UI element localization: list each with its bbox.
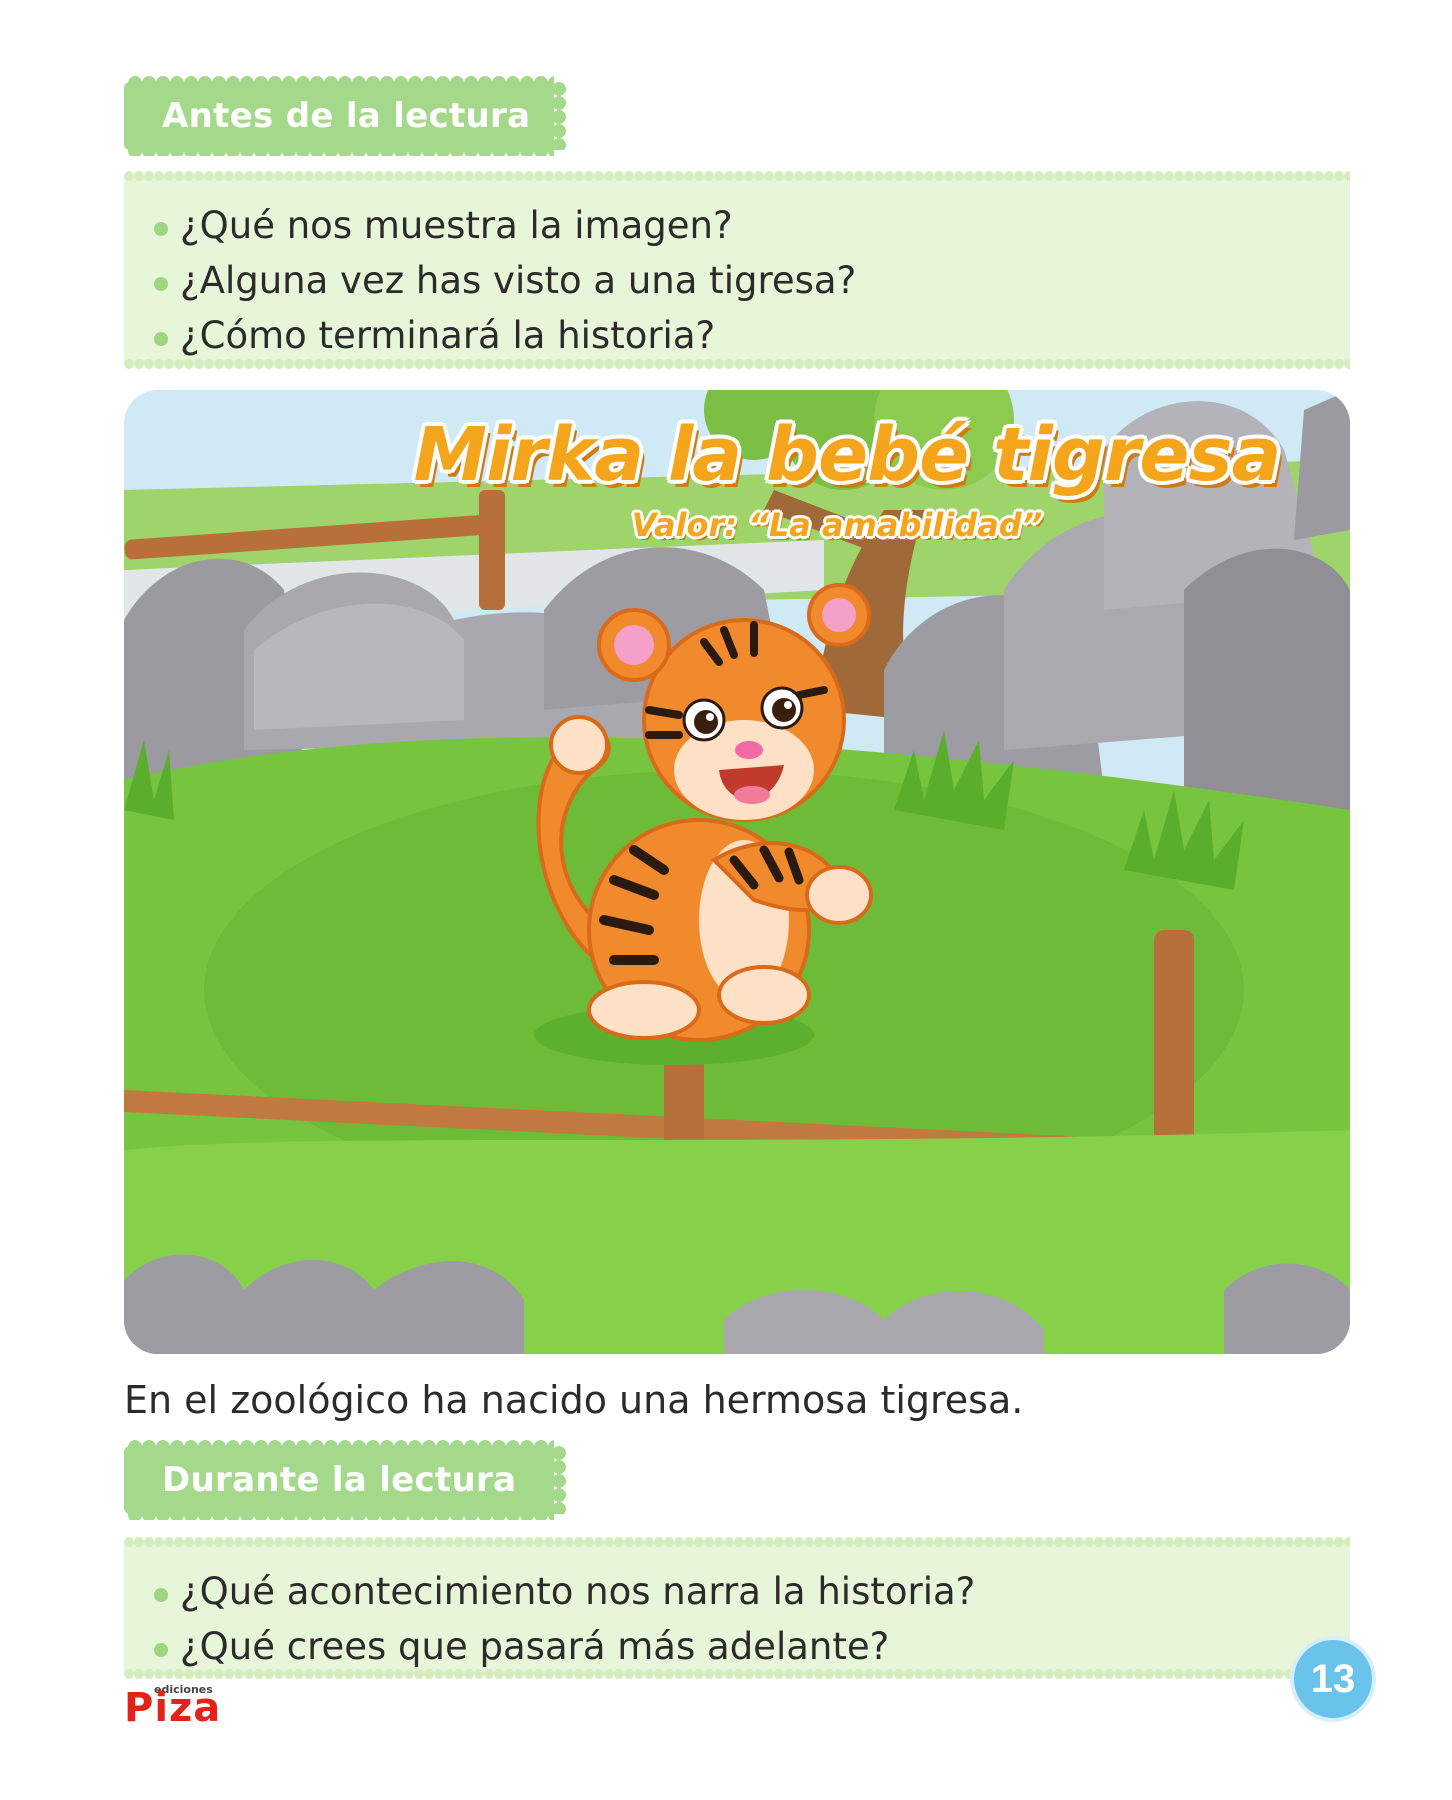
question-item: ¿Alguna vez has visto a una tigresa? xyxy=(154,253,856,308)
story-value-subtitle: Valor: “La amabilidad” xyxy=(631,506,1043,544)
publisher-logo: Piza xyxy=(124,1685,222,1731)
before-reading-heading: Antes de la lectura xyxy=(162,96,531,136)
question-item: ¿Cómo terminará la historia? xyxy=(154,308,856,363)
bullet-dot-icon xyxy=(154,332,168,346)
question-item: ¿Qué crees que pasará más adelante? xyxy=(154,1619,975,1674)
story-title: Mirka la bebé tigresa xyxy=(413,412,1282,498)
before-reading-question-list: ¿Qué nos muestra la imagen? ¿Alguna vez … xyxy=(154,198,856,363)
question-item: ¿Qué acontecimiento nos narra la histori… xyxy=(154,1564,975,1619)
bullet-dot-icon xyxy=(154,222,168,236)
bullet-dot-icon xyxy=(154,1643,168,1657)
question-item: ¿Qué nos muestra la imagen? xyxy=(154,198,856,253)
before-reading-questions-box: ¿Qué nos muestra la imagen? ¿Alguna vez … xyxy=(124,171,1350,369)
during-reading-question-list: ¿Qué acontecimiento nos narra la histori… xyxy=(154,1564,975,1674)
page-number-badge: 13 xyxy=(1290,1636,1376,1722)
story-illustration: Mirka la bebé tigresa Valor: “La amabili… xyxy=(124,390,1350,1354)
during-reading-header: Durante la lectura xyxy=(124,1440,566,1520)
before-reading-header: Antes de la lectura xyxy=(124,76,566,156)
during-reading-heading: Durante la lectura xyxy=(162,1460,517,1500)
story-first-line: En el zoológico ha nacido una hermosa ti… xyxy=(124,1378,1024,1422)
during-reading-questions-box: ¿Qué acontecimiento nos narra la histori… xyxy=(124,1537,1350,1679)
bullet-dot-icon xyxy=(154,277,168,291)
bullet-dot-icon xyxy=(154,1588,168,1602)
